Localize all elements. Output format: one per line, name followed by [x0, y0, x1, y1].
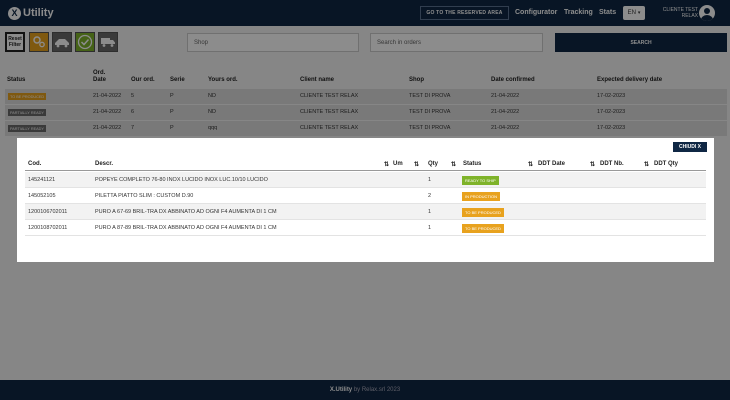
sort-icon[interactable]: ⇅: [528, 161, 533, 168]
order-detail-modal: CHIUDI X Cod. Descr. ⇅ Um ⇅ Qty ⇅ Status…: [17, 138, 714, 262]
detail-row[interactable]: 145052105 PILETTA PIATTO SLIM : CUSTOM D…: [25, 188, 706, 204]
col-ddt-date[interactable]: DDT Date: [538, 161, 565, 167]
status-badge: TO BE PRODUCED: [462, 224, 504, 233]
status-badge: IN PRODUCTION: [462, 192, 500, 201]
detail-row[interactable]: 145241121 POPEYE COMPLETO 76-80 INOX LUC…: [25, 172, 706, 188]
col-cod[interactable]: Cod.: [28, 161, 41, 167]
sort-icon[interactable]: ⇅: [590, 161, 595, 168]
sort-icon[interactable]: ⇅: [451, 161, 456, 168]
close-modal-button[interactable]: CHIUDI X: [673, 142, 707, 152]
detail-table-header: Cod. Descr. ⇅ Um ⇅ Qty ⇅ Status ⇅ DDT Da…: [25, 159, 706, 171]
detail-row[interactable]: 1200106702011 PURO A 67-69 BRIL-TRA DX A…: [25, 204, 706, 220]
status-badge: READY TO SHIP: [462, 176, 499, 185]
col-status[interactable]: Status: [463, 161, 481, 167]
col-qty[interactable]: Qty: [428, 161, 438, 167]
col-um[interactable]: Um: [393, 161, 403, 167]
sort-icon[interactable]: ⇅: [384, 161, 389, 168]
sort-icon[interactable]: ⇅: [414, 161, 419, 168]
status-badge: TO BE PRODUCED: [462, 208, 504, 217]
col-ddt-qty[interactable]: DDT Qty: [654, 161, 678, 167]
detail-row[interactable]: 1200108702011 PURO A 87-89 BRIL-TRA DX A…: [25, 220, 706, 236]
col-descr[interactable]: Descr.: [95, 161, 113, 167]
sort-icon[interactable]: ⇅: [644, 161, 649, 168]
col-ddt-nb[interactable]: DDT Nb.: [600, 161, 624, 167]
